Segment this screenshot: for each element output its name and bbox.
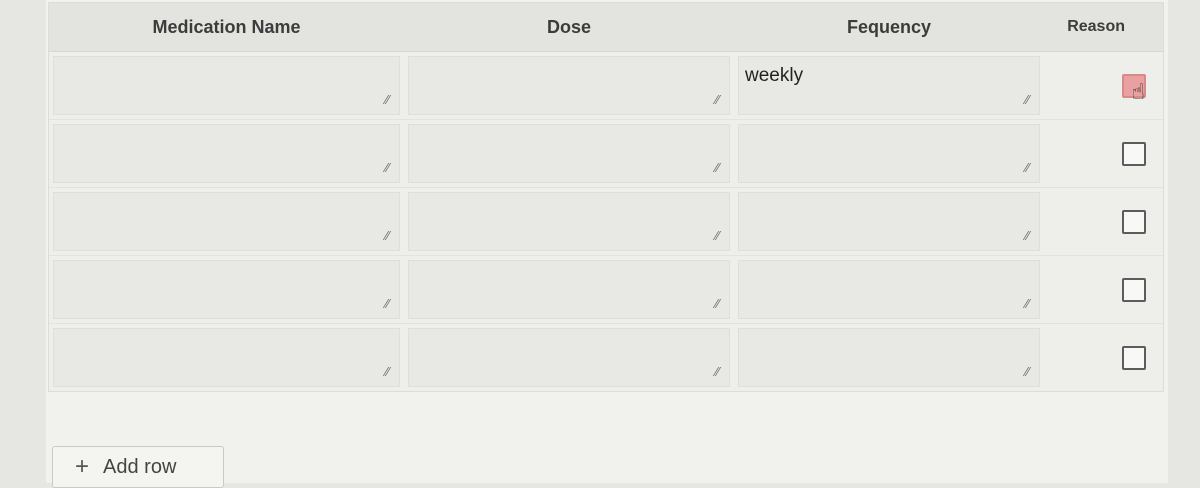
frequency-value: weekly xyxy=(745,65,804,86)
resize-grip-icon[interactable]: ⁄⁄ xyxy=(385,162,389,174)
reason-cell xyxy=(1044,324,1163,391)
medication-name-textarea[interactable]: ⁄⁄ xyxy=(53,56,400,115)
table-header: Medication Name Dose Fequency Reason xyxy=(49,3,1163,52)
dose-textarea[interactable]: ⁄⁄ xyxy=(408,328,730,387)
dose-textarea[interactable]: ⁄⁄ xyxy=(408,192,730,251)
medication-name-textarea[interactable]: ⁄⁄ xyxy=(53,260,400,319)
dose-textarea[interactable]: ⁄⁄ xyxy=(408,56,730,115)
resize-grip-icon[interactable]: ⁄⁄ xyxy=(1025,366,1029,378)
resize-grip-icon[interactable]: ⁄⁄ xyxy=(715,298,719,310)
resize-grip-icon[interactable]: ⁄⁄ xyxy=(385,94,389,106)
frequency-textarea[interactable]: ⁄⁄ xyxy=(738,328,1040,387)
header-medication-name: Medication Name xyxy=(152,16,301,37)
frequency-textarea[interactable]: ⁄⁄ xyxy=(738,124,1040,183)
resize-grip-icon[interactable]: ⁄⁄ xyxy=(1025,230,1029,242)
resize-grip-icon[interactable]: ⁄⁄ xyxy=(715,94,719,106)
table-row: ⁄⁄ ⁄⁄ ⁄⁄ xyxy=(49,188,1163,256)
resize-grip-icon[interactable]: ⁄⁄ xyxy=(715,162,719,174)
table-row: ⁄⁄ ⁄⁄ weekly ⁄⁄ ☝ xyxy=(49,52,1163,120)
resize-grip-icon[interactable]: ⁄⁄ xyxy=(1025,298,1029,310)
frequency-textarea[interactable]: ⁄⁄ xyxy=(738,192,1040,251)
header-frequency: Fequency xyxy=(846,16,932,37)
hand-cursor-icon: ☝ xyxy=(1131,79,1145,105)
header-reason: Reason xyxy=(1067,18,1125,35)
reason-cell xyxy=(1044,120,1163,187)
header-dose: Dose xyxy=(546,16,591,37)
resize-grip-icon[interactable]: ⁄⁄ xyxy=(385,366,389,378)
reason-checkbox[interactable] xyxy=(1121,345,1146,370)
plus-icon: + xyxy=(75,453,90,480)
resize-grip-icon[interactable]: ⁄⁄ xyxy=(1025,94,1029,106)
reason-checkbox[interactable] xyxy=(1121,209,1146,234)
resize-grip-icon[interactable]: ⁄⁄ xyxy=(1025,162,1029,174)
table-row: ⁄⁄ ⁄⁄ ⁄⁄ xyxy=(49,256,1163,324)
reason-cell xyxy=(1044,188,1163,255)
reason-checkbox[interactable]: ☝ xyxy=(1121,73,1146,105)
resize-grip-icon[interactable]: ⁄⁄ xyxy=(715,366,719,378)
resize-grip-icon[interactable]: ⁄⁄ xyxy=(385,230,389,242)
add-row-button[interactable]: + Add row xyxy=(52,446,224,488)
medication-name-textarea[interactable]: ⁄⁄ xyxy=(53,124,400,183)
table-row: ⁄⁄ ⁄⁄ ⁄⁄ xyxy=(49,120,1163,188)
frequency-textarea[interactable]: weekly ⁄⁄ xyxy=(738,56,1040,115)
resize-grip-icon[interactable]: ⁄⁄ xyxy=(385,298,389,310)
resize-grip-icon[interactable]: ⁄⁄ xyxy=(715,230,719,242)
medications-table: Medication Name Dose Fequency Reason ⁄⁄ … xyxy=(48,2,1164,392)
medication-name-textarea[interactable]: ⁄⁄ xyxy=(53,328,400,387)
dose-textarea[interactable]: ⁄⁄ xyxy=(408,260,730,319)
add-row-label: Add row xyxy=(103,455,177,478)
table-body: ⁄⁄ ⁄⁄ weekly ⁄⁄ ☝ ⁄⁄ ⁄⁄ ⁄⁄ ⁄⁄ ⁄⁄ ⁄⁄ ⁄⁄ ⁄… xyxy=(49,52,1163,391)
frequency-textarea[interactable]: ⁄⁄ xyxy=(738,260,1040,319)
table-row: ⁄⁄ ⁄⁄ ⁄⁄ xyxy=(49,324,1163,391)
reason-cell: ☝ xyxy=(1044,52,1163,119)
reason-checkbox[interactable] xyxy=(1121,141,1146,166)
dose-textarea[interactable]: ⁄⁄ xyxy=(408,124,730,183)
medication-name-textarea[interactable]: ⁄⁄ xyxy=(53,192,400,251)
reason-checkbox[interactable] xyxy=(1121,277,1146,302)
reason-cell xyxy=(1044,256,1163,323)
